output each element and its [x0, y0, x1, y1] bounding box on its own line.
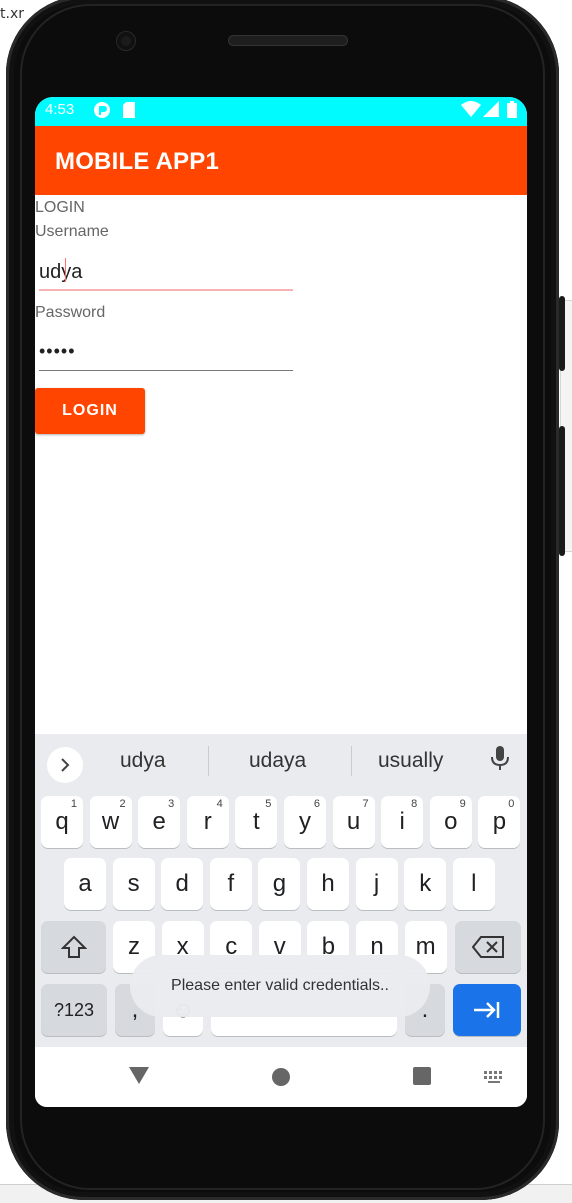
suggestion-strip: udya udaya usually: [35, 734, 527, 788]
key-y[interactable]: y6: [284, 796, 326, 848]
toast-message: Please enter valid credentials..: [130, 955, 430, 1017]
key-letter: u: [346, 808, 361, 835]
key-letter: y: [299, 808, 311, 835]
key-number-hint: 4: [216, 798, 223, 810]
password-underline: [39, 370, 293, 371]
key-r[interactable]: r4: [186, 796, 229, 848]
key-g[interactable]: g: [258, 858, 301, 910]
suggestion-3[interactable]: usually: [378, 749, 443, 773]
app-bar: MOBILE APP1: [35, 126, 527, 195]
chevron-right-icon[interactable]: [47, 747, 83, 783]
wifi-icon: [461, 101, 481, 121]
key-k[interactable]: k: [404, 858, 447, 910]
key-h[interactable]: h: [307, 858, 349, 910]
next-key[interactable]: [453, 984, 521, 1036]
key-letter: i: [399, 808, 405, 835]
key-i[interactable]: i8: [381, 796, 424, 848]
key-l[interactable]: l: [452, 858, 495, 910]
username-field[interactable]: udya: [39, 255, 293, 291]
password-field[interactable]: •••••: [39, 335, 293, 371]
key-p[interactable]: p0: [478, 796, 521, 848]
background-editor-text: t.xr: [0, 6, 24, 22]
speaker-grille: [228, 35, 348, 46]
status-bar: 4:53: [35, 97, 527, 126]
symbols-key[interactable]: ?123: [41, 984, 107, 1036]
key-d[interactable]: d: [161, 858, 204, 910]
key-letter: w: [101, 808, 120, 835]
suggestion-divider: [208, 746, 209, 776]
key-number-hint: 8: [411, 798, 418, 810]
key-letter: t: [253, 808, 260, 835]
keyboard-switch-icon[interactable]: [483, 1069, 505, 1088]
navigation-bar: [35, 1047, 527, 1107]
key-t[interactable]: t5: [235, 796, 278, 848]
key-number-hint: 7: [362, 798, 369, 810]
recents-square-icon[interactable]: [412, 1066, 432, 1090]
sd-card-icon: [122, 101, 136, 123]
shift-key[interactable]: [41, 921, 106, 973]
device-screen: 4:53 MOBILE APP1 LOGIN Username udya Pas…: [35, 97, 527, 1107]
password-value: •••••: [39, 341, 76, 361]
volume-button[interactable]: [559, 426, 565, 556]
home-circle-icon[interactable]: [271, 1067, 291, 1091]
status-time: 4:53: [45, 101, 75, 118]
key-a[interactable]: a: [64, 858, 106, 910]
text-cursor: [65, 258, 66, 282]
key-number-hint: 0: [508, 798, 515, 810]
suggestion-1[interactable]: udya: [120, 749, 166, 773]
suggestion-divider: [351, 746, 352, 776]
username-value: udya: [39, 261, 83, 283]
suggestion-2[interactable]: udaya: [249, 749, 306, 773]
key-number-hint: 9: [459, 798, 466, 810]
key-number-hint: 5: [265, 798, 272, 810]
camera: [117, 32, 135, 50]
key-o[interactable]: o9: [429, 796, 472, 848]
key-j[interactable]: j: [355, 858, 398, 910]
back-triangle-icon[interactable]: [128, 1065, 150, 1089]
username-underline: [39, 289, 293, 291]
key-letter: p: [492, 808, 507, 835]
login-heading: LOGIN: [35, 199, 85, 216]
key-number-hint: 1: [70, 798, 77, 810]
key-letter: r: [203, 808, 212, 835]
key-number-hint: 3: [168, 798, 175, 810]
username-label: Username: [35, 223, 109, 240]
key-f[interactable]: f: [209, 858, 252, 910]
login-button[interactable]: LOGIN: [35, 388, 145, 434]
backspace-key[interactable]: [455, 921, 521, 973]
key-u[interactable]: u7: [332, 796, 375, 848]
app-title: MOBILE APP1: [55, 148, 220, 175]
key-q[interactable]: q1: [41, 796, 83, 848]
key-number-hint: 2: [119, 798, 126, 810]
key-letter: q: [55, 808, 69, 835]
power-button[interactable]: [559, 296, 565, 371]
key-letter: e: [152, 808, 166, 835]
key-e[interactable]: e3: [138, 796, 181, 848]
signal-icon: [483, 101, 499, 121]
key-number-hint: 6: [313, 798, 320, 810]
battery-icon: [507, 101, 517, 122]
notification-icon: [93, 101, 111, 123]
password-label: Password: [35, 304, 106, 321]
key-letter: o: [444, 808, 458, 835]
key-s[interactable]: s: [112, 858, 155, 910]
key-w[interactable]: w2: [89, 796, 132, 848]
microphone-icon[interactable]: [491, 746, 509, 776]
